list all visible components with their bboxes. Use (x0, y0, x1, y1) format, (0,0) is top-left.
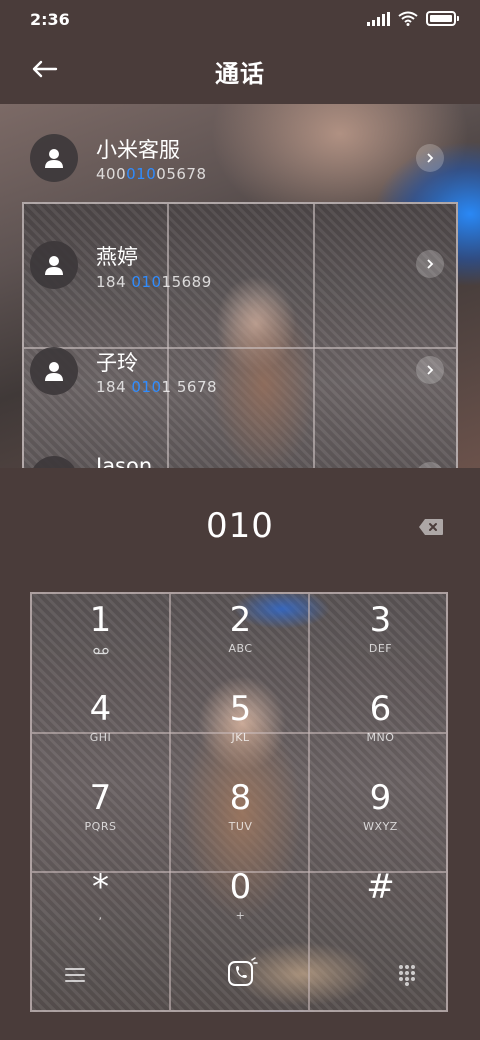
chevron-right-icon (427, 259, 434, 269)
key-8[interactable]: 8 TUV (171, 774, 310, 863)
key-1[interactable]: 1 (32, 596, 170, 685)
contact-suggestions: 小米客服 40001005678 燕婷 184 01015689 子玲 184 … (0, 104, 480, 468)
key-3[interactable]: 3 DEF (311, 596, 446, 685)
contact-item[interactable]: Jason (0, 422, 480, 468)
wifi-icon (398, 11, 418, 26)
page-title: 通话 (215, 60, 265, 88)
person-icon (45, 362, 63, 381)
chevron-right-icon (427, 365, 434, 375)
dialpad-icon (399, 965, 415, 986)
avatar (30, 134, 78, 182)
delete-button[interactable] (418, 518, 444, 536)
status-icons (367, 11, 459, 26)
contact-name: 燕婷 (96, 245, 138, 269)
contact-name: Jason (96, 454, 153, 468)
person-icon (45, 149, 63, 168)
contact-number: 40001005678 (96, 165, 207, 183)
chevron-right-icon (427, 153, 434, 163)
battery-icon (426, 11, 459, 26)
contact-item[interactable]: 小米客服 40001005678 (0, 104, 480, 210)
contact-open-button[interactable] (416, 144, 444, 172)
status-bar: 2:36 (0, 0, 480, 40)
key-9[interactable]: 9 WXYZ (311, 774, 446, 863)
contact-number: 184 0101 5678 (96, 378, 218, 396)
key-0[interactable]: 0 + (171, 863, 310, 952)
contact-number: 184 01015689 (96, 273, 212, 291)
person-icon (45, 256, 63, 275)
key-hash[interactable]: # (311, 863, 446, 952)
status-time: 2:36 (30, 10, 70, 29)
key-4[interactable]: 4 GHI (32, 685, 170, 774)
header: 通话 (0, 40, 480, 104)
call-button[interactable] (222, 952, 262, 992)
avatar (30, 347, 78, 395)
contact-item[interactable]: 子玲 184 0101 5678 (0, 316, 480, 422)
key-5[interactable]: 5 JKL (171, 685, 310, 774)
contact-open-button[interactable] (416, 356, 444, 384)
dialed-number[interactable]: 010 (0, 506, 480, 546)
key-7[interactable]: 7 PQRS (32, 774, 170, 863)
dialpad-toggle-button[interactable] (392, 960, 422, 990)
backspace-icon (419, 519, 443, 535)
contact-name: 小米客服 (96, 138, 180, 162)
contact-item[interactable]: 燕婷 184 01015689 (0, 210, 480, 316)
voicemail-icon (92, 647, 109, 655)
menu-button[interactable] (60, 960, 90, 990)
key-star[interactable]: * , (32, 863, 170, 952)
contact-name: 子玲 (96, 351, 138, 375)
dialpad: 1 2 ABC 3 DEF 4 GHI 5 JKL 6 MNO 7 PQRS 8… (30, 592, 448, 1012)
key-6[interactable]: 6 MNO (311, 685, 446, 774)
contact-open-button[interactable] (416, 250, 444, 278)
dial-display: 010 (0, 468, 480, 592)
menu-icon (65, 968, 85, 982)
cellular-signal-icon (367, 11, 390, 26)
phone-call-icon (228, 957, 258, 986)
avatar (30, 456, 78, 468)
key-2[interactable]: 2 ABC (171, 596, 310, 685)
avatar (30, 241, 78, 289)
